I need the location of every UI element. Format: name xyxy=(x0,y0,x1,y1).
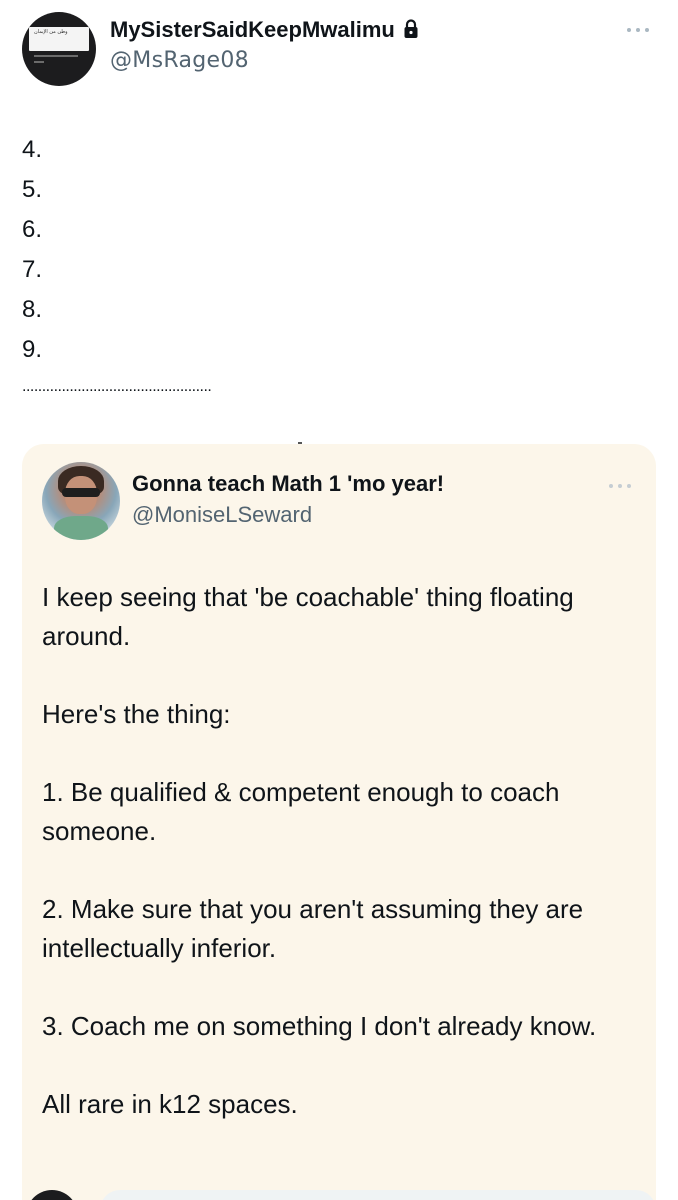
quoted-author-avatar[interactable] xyxy=(42,462,120,540)
author-avatar[interactable]: وطن من الإيمان xyxy=(22,12,96,86)
quoted-paragraph: 2. Make sure that you aren't assuming th… xyxy=(42,894,584,963)
quoted-paragraph: Here's the thing: xyxy=(42,699,231,729)
quoted-author-handle[interactable]: @MoniseLSeward xyxy=(132,502,312,528)
list-item: 7. xyxy=(22,256,43,283)
quoted-post-text: I keep seeing that 'be coachable' thing … xyxy=(42,578,642,1163)
list-item: 6. xyxy=(22,216,43,243)
avatar-banner-text: وطن من الإيمان xyxy=(34,29,68,35)
quoted-paragraph: All rare in k12 spaces. xyxy=(42,1089,298,1119)
reply-input[interactable] xyxy=(100,1190,656,1200)
quoted-post-card[interactable]: Gonna teach Math 1 'mo year! @MoniseLSew… xyxy=(22,444,656,1200)
post-header: وطن من الإيمان MySisterSaidKeepMwalimu @… xyxy=(0,0,678,100)
post-numbered-list: 4. 5. 6. 7. 8. 9. xyxy=(22,130,42,370)
avatar-fine-print xyxy=(34,61,44,63)
author-display-name[interactable]: MySisterSaidKeepMwalimu xyxy=(110,17,419,43)
list-item: 8. xyxy=(22,296,43,323)
avatar-fine-print xyxy=(34,55,78,57)
quoted-paragraph: 3. Coach me on something I don't already… xyxy=(42,1011,597,1041)
quoted-author-display-name[interactable]: Gonna teach Math 1 'mo year! xyxy=(132,471,444,497)
author-handle[interactable]: @MsRage08 xyxy=(110,48,249,73)
more-horizontal-icon[interactable] xyxy=(624,22,654,38)
quoted-paragraph: 1. Be qualified & competent enough to co… xyxy=(42,777,560,846)
dotted-divider: ........................................… xyxy=(22,378,212,395)
lock-icon xyxy=(404,19,418,38)
author-name-text[interactable]: MySisterSaidKeepMwalimu xyxy=(110,17,395,43)
list-item: 4. xyxy=(22,136,43,163)
list-item: 9. xyxy=(22,336,43,363)
more-horizontal-icon[interactable] xyxy=(606,478,636,494)
list-item: 5. xyxy=(22,176,43,203)
quoted-paragraph: I keep seeing that 'be coachable' thing … xyxy=(42,582,574,651)
